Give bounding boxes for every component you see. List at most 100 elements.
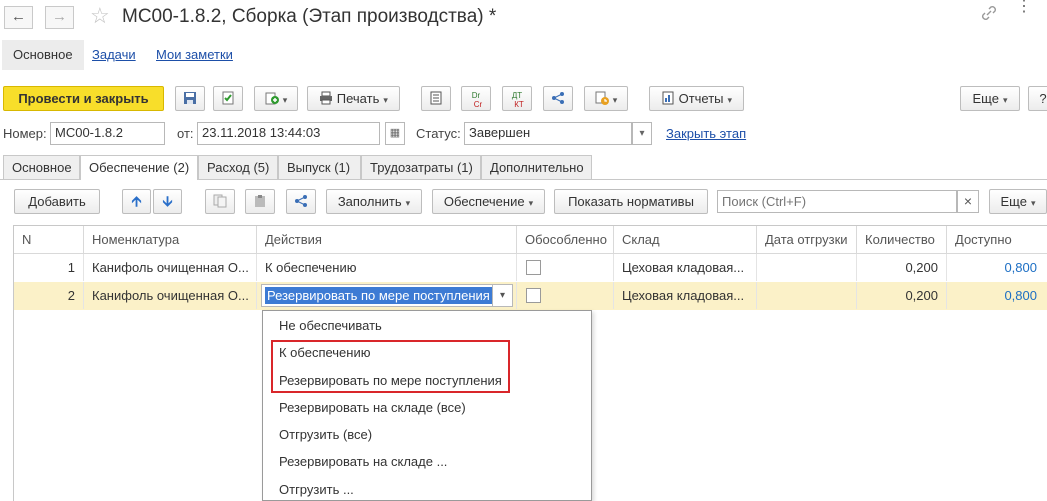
tab-consumption[interactable]: Расход (5) bbox=[198, 155, 278, 179]
reports-icon bbox=[662, 91, 674, 105]
status-field[interactable]: Завершен bbox=[464, 122, 632, 145]
provision-label: Обеспечение bbox=[443, 194, 525, 209]
column-header-quantity[interactable]: Количество bbox=[857, 226, 947, 253]
document-journal-button[interactable] bbox=[421, 86, 451, 111]
status-dropdown-button[interactable]: ▾ bbox=[632, 122, 652, 145]
table-cell-n[interactable]: 1 bbox=[14, 254, 84, 281]
close-stage-link[interactable]: Закрыть этап bbox=[666, 126, 746, 141]
section-tab-tasks[interactable]: Задачи bbox=[81, 40, 147, 70]
column-header-actions[interactable]: Действия bbox=[257, 226, 517, 253]
dr-cr-button[interactable]: Dr Cr bbox=[461, 86, 491, 111]
table-cell-warehouse[interactable]: Цеховая кладовая... bbox=[614, 282, 757, 309]
chevron-down-icon: ▾ bbox=[612, 95, 618, 105]
print-label: Печать bbox=[336, 91, 380, 106]
printer-icon bbox=[320, 91, 333, 105]
print-button[interactable]: Печать ▾ bbox=[307, 86, 400, 111]
status-label: Статус: bbox=[416, 126, 461, 141]
highlight-box bbox=[271, 340, 510, 393]
link-icon[interactable] bbox=[980, 4, 998, 27]
help-button[interactable]: ? bbox=[1028, 86, 1047, 111]
close-icon: × bbox=[963, 193, 973, 209]
copy-button[interactable] bbox=[205, 189, 235, 214]
action-combobox-value: Резервировать по мере поступления bbox=[265, 287, 492, 304]
arrow-up-icon: 🡩 bbox=[131, 193, 142, 209]
calendar-icon: ▦ bbox=[389, 127, 401, 139]
show-norms-button[interactable]: Показать нормативы bbox=[554, 189, 708, 214]
table-cell-action[interactable]: К обеспечению bbox=[257, 254, 517, 281]
more-label: Еще bbox=[972, 91, 999, 106]
tab-output[interactable]: Выпуск (1) bbox=[278, 155, 361, 179]
back-button[interactable]: ← bbox=[4, 6, 33, 29]
dropdown-option-reserve-warehouse[interactable]: Резервировать на складе ... bbox=[279, 454, 447, 469]
paste-button[interactable] bbox=[245, 189, 275, 214]
table-cell-nomenclature[interactable]: Канифоль очищенная О... bbox=[84, 282, 257, 309]
create-based-on-button[interactable]: ▾ bbox=[254, 86, 298, 111]
tab-main[interactable]: Основное bbox=[3, 155, 80, 179]
column-header-separate[interactable]: Обособленно bbox=[517, 226, 614, 253]
move-up-button[interactable]: 🡩 bbox=[122, 189, 151, 214]
table-cell-quantity[interactable]: 0,200 bbox=[857, 282, 947, 309]
structure-button[interactable] bbox=[543, 86, 573, 111]
table-cell-separate[interactable] bbox=[517, 254, 614, 281]
save-button[interactable] bbox=[175, 86, 205, 111]
dt-kt-button[interactable]: ДТ КТ bbox=[502, 86, 532, 111]
dropdown-option-no-provision[interactable]: Не обеспечивать bbox=[279, 318, 382, 333]
column-header-available[interactable]: Доступно bbox=[947, 226, 1047, 253]
structure-sub-button[interactable] bbox=[286, 189, 316, 214]
table-cell-action-editor[interactable]: Резервировать по мере поступления ▾ bbox=[257, 282, 517, 309]
clear-search-button[interactable]: × bbox=[957, 190, 979, 213]
table-cell-available[interactable]: 0,800 bbox=[947, 254, 1047, 281]
dropdown-option-reserve-warehouse-all[interactable]: Резервировать на складе (все) bbox=[279, 400, 466, 415]
dropdown-option-ship-all[interactable]: Отгрузить (все) bbox=[279, 427, 372, 442]
number-field[interactable]: МС00-1.8.2 bbox=[50, 122, 165, 145]
arrow-left-icon: ← bbox=[11, 8, 26, 25]
column-header-nomenclature[interactable]: Номенклатура bbox=[84, 226, 257, 253]
more-button[interactable]: Еще ▾ bbox=[960, 86, 1020, 111]
column-header-warehouse[interactable]: Склад bbox=[614, 226, 757, 253]
section-tab-main[interactable]: Основное bbox=[2, 40, 84, 70]
structure-icon bbox=[295, 195, 307, 207]
forward-button[interactable]: → bbox=[45, 6, 74, 29]
attachments-button[interactable]: ▾ bbox=[584, 86, 628, 111]
section-tab-notes[interactable]: Мои заметки bbox=[145, 40, 244, 70]
column-header-n[interactable]: N bbox=[14, 226, 84, 253]
save-icon bbox=[184, 92, 196, 104]
move-down-button[interactable]: 🡫 bbox=[153, 189, 182, 214]
table-cell-ship-date[interactable] bbox=[757, 282, 857, 309]
fill-button[interactable]: Заполнить ▾ bbox=[326, 189, 422, 214]
tab-provision[interactable]: Обеспечение (2) bbox=[80, 155, 198, 180]
calendar-button[interactable]: ▦ bbox=[385, 122, 405, 145]
provision-button[interactable]: Обеспечение ▾ bbox=[432, 189, 545, 214]
post-button[interactable] bbox=[213, 86, 243, 111]
post-and-close-button[interactable]: Провести и закрыть bbox=[3, 86, 164, 111]
search-input[interactable] bbox=[717, 190, 957, 213]
reports-button[interactable]: Отчеты ▾ bbox=[649, 86, 744, 111]
chevron-down-icon: ▾ bbox=[499, 290, 506, 301]
table-cell-warehouse[interactable]: Цеховая кладовая... bbox=[614, 254, 757, 281]
table-cell-quantity[interactable]: 0,200 bbox=[857, 254, 947, 281]
table-cell-nomenclature[interactable]: Канифоль очищенная О... bbox=[84, 254, 257, 281]
reports-label: Отчеты bbox=[678, 91, 724, 106]
create-based-icon bbox=[265, 92, 279, 105]
table-cell-separate[interactable] bbox=[517, 282, 614, 309]
action-dropdown-button[interactable]: ▾ bbox=[493, 284, 513, 307]
tab-labor[interactable]: Трудозатраты (1) bbox=[361, 155, 481, 179]
dropdown-option-ship[interactable]: Отгрузить ... bbox=[279, 482, 354, 497]
sub-more-label: Еще bbox=[1000, 194, 1027, 209]
table-cell-n[interactable]: 2 bbox=[14, 282, 84, 309]
cr-label: Cr bbox=[473, 99, 483, 109]
more-vertical-icon[interactable]: ⋮ bbox=[1016, 0, 1032, 15]
tab-additional[interactable]: Дополнительно bbox=[481, 155, 592, 179]
star-icon[interactable]: ☆ bbox=[90, 3, 110, 29]
separate-checkbox[interactable] bbox=[526, 288, 541, 303]
table-cell-ship-date[interactable] bbox=[757, 254, 857, 281]
table-cell-available[interactable]: 0,800 bbox=[947, 282, 1047, 309]
action-combobox[interactable]: Резервировать по мере поступления bbox=[261, 284, 493, 307]
separate-checkbox[interactable] bbox=[526, 260, 541, 275]
arrow-down-icon: 🡫 bbox=[162, 193, 173, 209]
column-header-ship-date[interactable]: Дата отгрузки bbox=[757, 226, 857, 253]
sub-more-button[interactable]: Еще ▾ bbox=[989, 189, 1047, 214]
add-button[interactable]: Добавить bbox=[14, 189, 100, 214]
kt-label: КТ bbox=[514, 99, 524, 109]
date-field[interactable]: 23.11.2018 13:44:03 bbox=[197, 122, 380, 145]
